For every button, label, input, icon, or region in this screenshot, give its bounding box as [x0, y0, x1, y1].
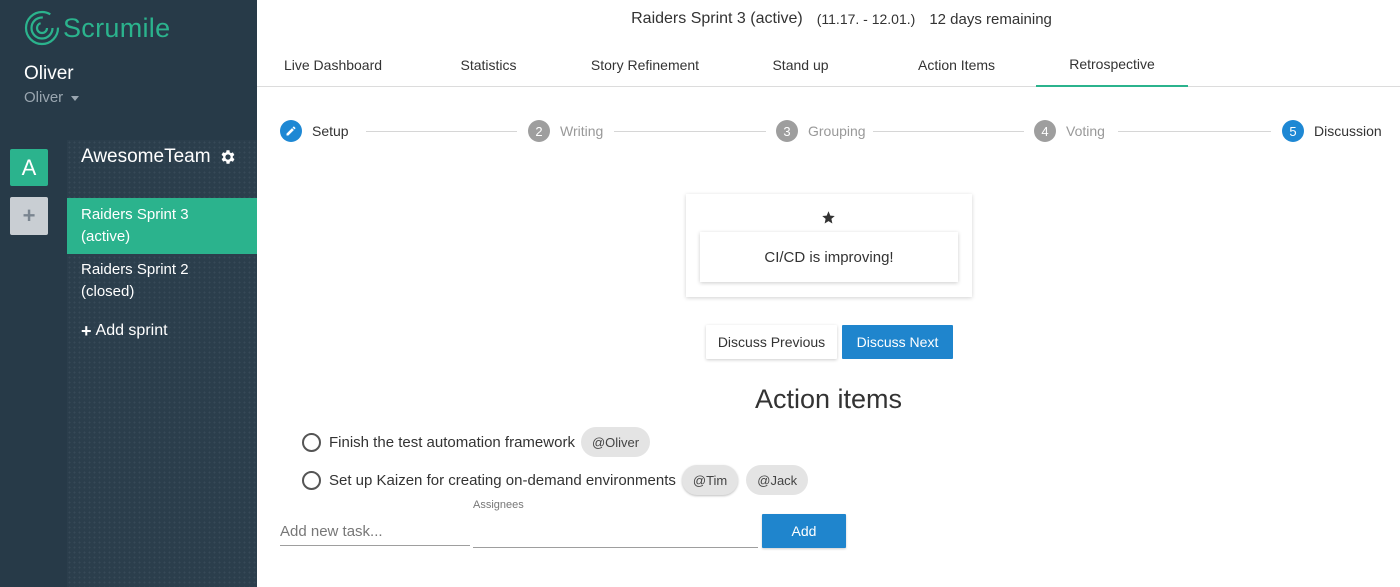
step-number: 2 — [528, 120, 550, 142]
days-remaining: 12 days remaining — [929, 10, 1052, 28]
tab-retrospective[interactable]: Retrospective — [1036, 42, 1188, 87]
app-logo[interactable]: Scrumile — [24, 8, 170, 48]
sprint-dates: (11.17. - 12.01.) — [816, 11, 916, 27]
team-name-label: AwesomeTeam — [81, 146, 211, 167]
action-item: Finish the test automation framework @Ol… — [302, 427, 651, 457]
step-label: Grouping — [808, 123, 866, 139]
sprint-status: (closed) — [81, 283, 135, 300]
pencil-icon — [280, 120, 302, 142]
step-number: 5 — [1282, 120, 1304, 142]
tab-action-items[interactable]: Action Items — [897, 42, 1016, 87]
tab-stand-up[interactable]: Stand up — [744, 42, 857, 87]
sprint-title: Raiders Sprint 3 (active) — [631, 10, 803, 27]
assignee-chip[interactable]: @Oliver — [580, 427, 651, 457]
logo-text: Scrumile — [63, 12, 171, 43]
caret-down-icon — [71, 96, 80, 101]
action-items-title: Action items — [754, 384, 903, 414]
step-label: Writing — [560, 123, 604, 139]
sprint-header: Raiders Sprint 3 (active) (11.17. - 12.0… — [257, 0, 1400, 38]
account-dropdown[interactable]: Oliver — [24, 89, 80, 106]
logo-swirl-icon — [24, 10, 60, 46]
step-grouping[interactable]: 3 Grouping — [776, 120, 866, 142]
action-item: Set up Kaizen for creating on-demand env… — [302, 465, 809, 495]
tab-live-dashboard[interactable]: Live Dashboard — [257, 42, 409, 87]
step-connector — [614, 131, 766, 132]
team-switch-a[interactable]: A — [10, 149, 48, 186]
step-connector — [1118, 131, 1271, 132]
add-task-button[interactable]: Add — [762, 514, 846, 548]
complete-radio[interactable] — [302, 470, 321, 490]
sprint-name: Raiders Sprint 2 — [81, 261, 189, 278]
step-writing[interactable]: 2 Writing — [528, 120, 603, 142]
sprint-item-raiders-3[interactable]: Raiders Sprint 3 (active) — [67, 198, 257, 254]
discuss-previous-button[interactable]: Discuss Previous — [706, 325, 837, 359]
add-team-button[interactable]: + — [10, 197, 48, 235]
account-name: Oliver — [24, 89, 64, 106]
gear-icon[interactable] — [219, 148, 237, 166]
assignee-chip[interactable]: @Jack — [746, 465, 809, 495]
assignee-chip[interactable]: @Tim — [681, 465, 739, 495]
retro-note: CI/CD is improving! — [700, 232, 958, 282]
tab-statistics[interactable]: Statistics — [432, 42, 545, 87]
action-item-text: Finish the test automation framework — [329, 433, 575, 451]
new-task-input[interactable] — [280, 518, 470, 546]
plus-icon: + — [81, 321, 92, 341]
step-label: Discussion — [1314, 123, 1382, 139]
sprint-item-raiders-2[interactable]: Raiders Sprint 2 (closed) — [67, 253, 257, 309]
action-item-text: Set up Kaizen for creating on-demand env… — [329, 471, 676, 489]
discuss-next-button[interactable]: Discuss Next — [842, 325, 953, 359]
step-voting[interactable]: 4 Voting — [1034, 120, 1105, 142]
assignees-input[interactable] — [473, 518, 758, 548]
sprint-name: Raiders Sprint 3 — [81, 206, 189, 223]
step-connector — [873, 131, 1024, 132]
step-number: 4 — [1034, 120, 1056, 142]
complete-radio[interactable] — [302, 432, 321, 452]
user-name: Oliver — [24, 63, 74, 84]
add-sprint-label: Add sprint — [95, 322, 168, 339]
step-number: 3 — [776, 120, 798, 142]
discussion-card: CI/CD is improving! — [686, 194, 972, 297]
tab-bar: Live Dashboard Statistics Story Refineme… — [257, 42, 1400, 87]
step-connector — [366, 131, 517, 132]
star-icon — [821, 210, 836, 230]
step-label: Voting — [1066, 123, 1105, 139]
step-discussion[interactable]: 5 Discussion — [1282, 120, 1382, 142]
step-setup[interactable]: Setup — [280, 120, 349, 142]
team-name: AwesomeTeam — [81, 146, 237, 168]
sprint-status: (active) — [81, 228, 131, 245]
step-label: Setup — [312, 123, 349, 139]
add-sprint-button[interactable]: + Add sprint — [81, 322, 168, 340]
assignees-label: Assignees — [473, 499, 524, 511]
tab-story-refinement[interactable]: Story Refinement — [570, 42, 720, 87]
